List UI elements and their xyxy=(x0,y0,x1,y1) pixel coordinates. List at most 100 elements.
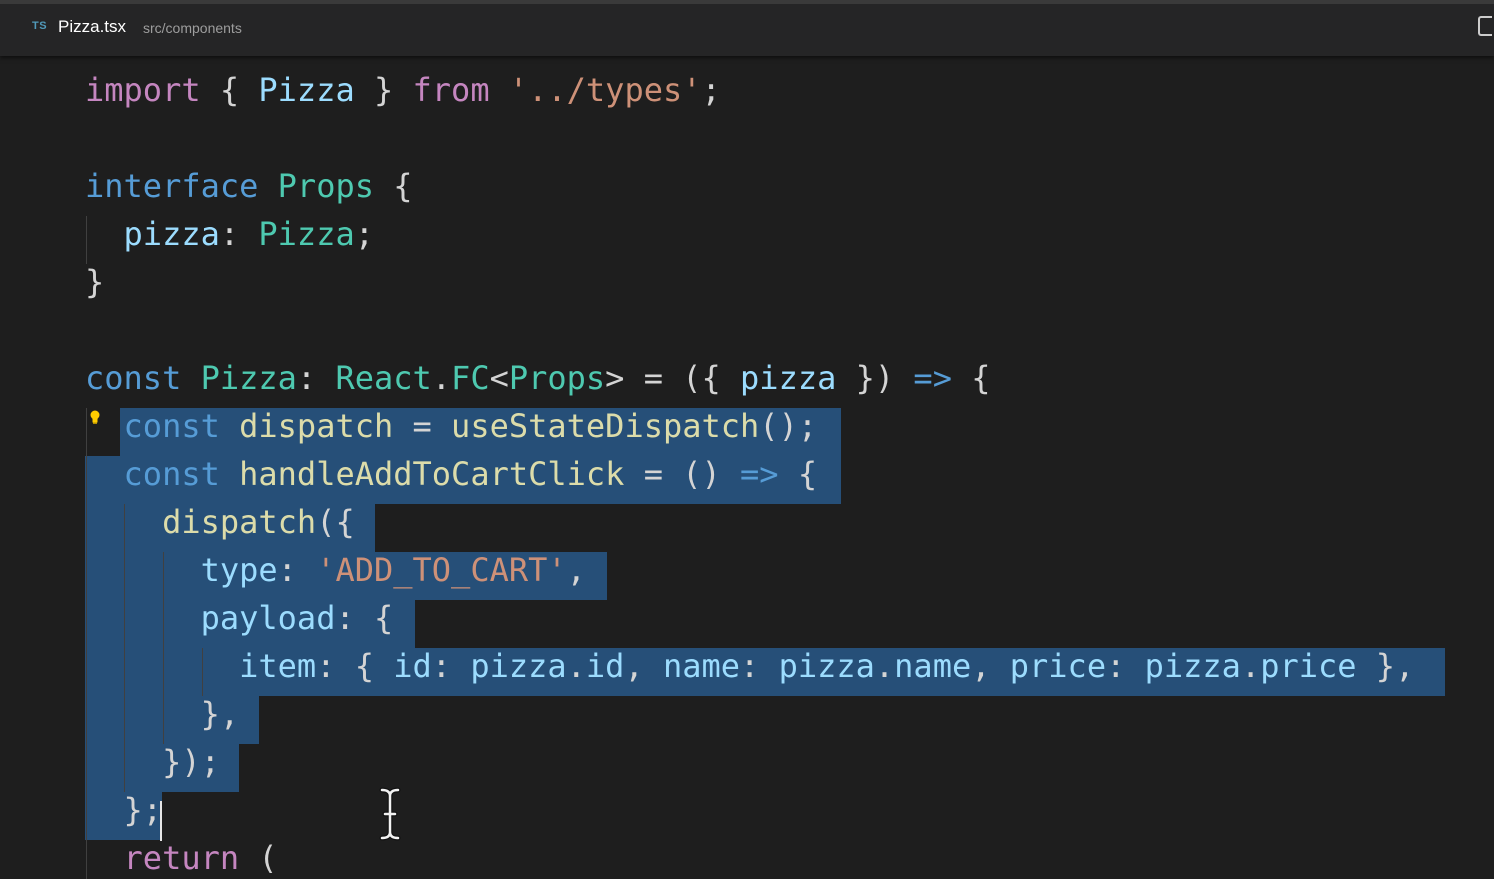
code-token: import xyxy=(85,71,201,109)
code-line[interactable]: item: { id: pizza.id, name: pizza.name, … xyxy=(85,642,1414,690)
code-line[interactable]: const handleAddToCartClick = () => { xyxy=(85,450,818,498)
code-line[interactable]: }; xyxy=(85,786,163,834)
code-token: dispatch xyxy=(162,503,317,541)
code-token: ( xyxy=(239,839,278,877)
code-token: }) xyxy=(836,359,914,397)
code-token: . xyxy=(874,647,895,685)
code-token: FC xyxy=(451,359,490,397)
code-token: id xyxy=(393,647,432,685)
code-token: = () xyxy=(624,455,741,493)
code-token: interface xyxy=(85,167,259,205)
code-token: : xyxy=(277,551,317,589)
code-token: Pizza xyxy=(258,215,355,253)
code-token: }; xyxy=(85,791,163,829)
code-token: React xyxy=(335,359,432,397)
editor-tab-bar: TS Pizza.tsx src/components xyxy=(0,0,1494,56)
code-line[interactable]: const dispatch = useStateDispatch(); xyxy=(85,402,818,450)
code-line[interactable]: import { Pizza } from '../types'; xyxy=(85,66,721,114)
code-token: const xyxy=(85,359,182,397)
code-line[interactable]: interface Props { xyxy=(85,162,413,210)
code-token: { xyxy=(373,167,413,205)
code-token: pizza xyxy=(740,359,837,397)
code-token: ; xyxy=(701,71,721,109)
code-token: price xyxy=(1260,647,1357,685)
code-token: type xyxy=(200,551,278,589)
code-line[interactable]: const Pizza: React.FC<Props> = ({ pizza … xyxy=(85,354,990,402)
code-token: }, xyxy=(1356,647,1415,685)
code-token: pizza xyxy=(123,215,220,253)
code-token: from xyxy=(412,71,490,109)
code-token: < xyxy=(489,359,509,397)
code-token: '../types' xyxy=(508,71,702,109)
code-token: . xyxy=(566,647,586,685)
window-top-border xyxy=(0,0,1494,4)
code-token: : xyxy=(740,647,779,685)
code-token: . xyxy=(431,359,452,397)
code-line[interactable]: } xyxy=(85,258,104,306)
code-token: 'ADD_TO_CART' xyxy=(316,551,567,589)
code-token: = xyxy=(393,407,452,445)
code-token: , xyxy=(566,551,586,589)
code-token: { xyxy=(200,71,259,109)
code-token: item xyxy=(239,647,317,685)
code-token: } xyxy=(354,71,413,109)
code-line[interactable]: }, xyxy=(85,690,240,738)
typescript-icon: TS xyxy=(32,20,48,32)
text-cursor-icon xyxy=(379,787,401,841)
code-token: pizza xyxy=(470,647,567,685)
code-token: pizza xyxy=(1144,647,1241,685)
tab-file-name[interactable]: Pizza.tsx xyxy=(58,17,126,37)
code-token: } xyxy=(85,263,105,301)
code-token: Pizza xyxy=(258,71,355,109)
code-token: { xyxy=(778,455,818,493)
code-token: . xyxy=(1240,647,1261,685)
code-token: : { xyxy=(316,647,394,685)
text-caret xyxy=(160,801,162,841)
code-token: price xyxy=(1009,647,1107,685)
code-token: }); xyxy=(85,743,220,781)
code-token: name xyxy=(662,647,741,685)
code-token: name xyxy=(894,647,972,685)
code-line[interactable]: dispatch({ xyxy=(85,498,355,546)
code-line[interactable]: return ( xyxy=(85,834,278,879)
code-token: : xyxy=(296,359,336,397)
code-token: useStateDispatch xyxy=(451,407,760,445)
code-area[interactable]: import { Pizza } from '../types'; interfa… xyxy=(0,56,1494,879)
code-token: : xyxy=(1106,647,1145,685)
code-line[interactable]: payload: { xyxy=(85,594,394,642)
code-token: const xyxy=(123,455,220,493)
code-token: , xyxy=(624,647,663,685)
split-editor-icon[interactable] xyxy=(1478,16,1492,36)
code-token: payload xyxy=(200,599,336,637)
code-token: handleAddToCartClick xyxy=(239,455,625,493)
code-line[interactable]: type: 'ADD_TO_CART', xyxy=(85,546,586,594)
code-token: Props xyxy=(277,167,374,205)
code-token: , xyxy=(971,647,1010,685)
code-token: dispatch xyxy=(239,407,394,445)
code-token: id xyxy=(585,647,625,685)
code-token: }, xyxy=(85,695,240,733)
code-token: { xyxy=(951,359,991,397)
code-token: Pizza xyxy=(200,359,297,397)
code-token: => xyxy=(740,455,779,493)
code-token: : xyxy=(219,215,259,253)
code-token: : { xyxy=(335,599,394,637)
code-token: > = ({ xyxy=(605,359,741,397)
code-line[interactable]: pizza: Pizza; xyxy=(85,210,374,258)
code-line[interactable]: }); xyxy=(85,738,220,786)
code-token: const xyxy=(123,407,220,445)
code-token: ({ xyxy=(316,503,355,541)
code-token: => xyxy=(913,359,952,397)
